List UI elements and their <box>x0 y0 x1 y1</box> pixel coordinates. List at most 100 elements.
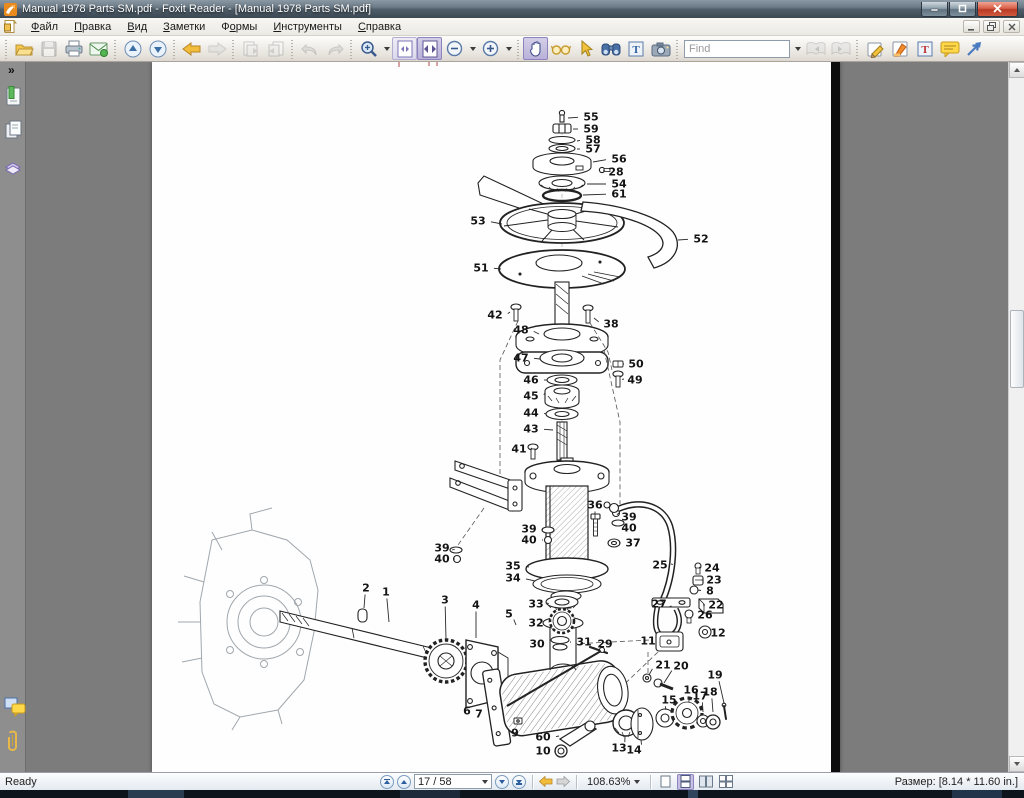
menu-item-2[interactable]: Правка <box>66 19 119 35</box>
previous-page-button[interactable] <box>397 775 411 789</box>
find-input[interactable] <box>684 40 790 58</box>
fit-width-button[interactable] <box>417 37 442 60</box>
zoom-out-button[interactable] <box>442 37 467 60</box>
highlighter-tool-button[interactable] <box>887 37 912 60</box>
zoom-tool-dropdown[interactable] <box>381 37 392 60</box>
child-restore-button[interactable] <box>983 20 1000 33</box>
toolbar-grip[interactable] <box>231 39 236 59</box>
taskbar-edge[interactable] <box>0 790 1024 798</box>
history-back-icon[interactable] <box>539 776 553 787</box>
page-down-button[interactable] <box>145 37 170 60</box>
undo-button[interactable] <box>297 37 322 60</box>
menu-item-3[interactable]: Вид <box>119 19 155 35</box>
hand-tool-button[interactable] <box>523 37 548 60</box>
maximize-button[interactable] <box>949 2 976 17</box>
note-tool-button[interactable] <box>937 37 962 60</box>
part-label-19: 19 <box>707 669 722 682</box>
taskbar-segment <box>688 790 698 798</box>
zoom-in-button[interactable] <box>478 37 503 60</box>
comments-icon <box>4 696 26 718</box>
support-bracket <box>450 461 522 511</box>
zoom-in-dropdown[interactable] <box>503 37 514 60</box>
minimize-button[interactable] <box>921 2 948 17</box>
scrollbar-thumb[interactable] <box>1010 310 1024 388</box>
part-label-4: 4 <box>472 599 480 612</box>
prev-view-button[interactable] <box>238 37 263 60</box>
zoom-level-box[interactable]: 108.63% <box>583 776 644 788</box>
forward-button[interactable] <box>204 37 229 60</box>
zoom-tool-button[interactable] <box>356 37 381 60</box>
print-button[interactable] <box>61 37 86 60</box>
comments-panel-button[interactable] <box>4 696 23 716</box>
child-minimize-button[interactable] <box>963 20 980 33</box>
title-bar[interactable]: Manual 1978 Parts SM.pdf - Foxit Reader … <box>0 0 1024 18</box>
bookmarks-panel-button[interactable] <box>4 86 23 106</box>
toolbar-grip[interactable] <box>172 39 177 59</box>
toolbar-grip[interactable] <box>516 39 521 59</box>
find-next-button[interactable] <box>828 37 853 60</box>
toolbar-grip[interactable] <box>675 39 680 59</box>
page-up-button[interactable] <box>120 37 145 60</box>
toolbar-grip[interactable] <box>290 39 295 59</box>
next-view-button[interactable] <box>263 37 288 60</box>
find-dropdown[interactable] <box>792 37 803 60</box>
part-label-30: 30 <box>529 638 545 651</box>
pencil-tool-button[interactable] <box>862 37 887 60</box>
continuous-layout-button[interactable] <box>677 774 694 790</box>
bolt-42 <box>511 304 521 321</box>
printer-icon <box>64 40 84 58</box>
toolbar-grip[interactable] <box>349 39 354 59</box>
layers-panel-button[interactable] <box>4 158 23 178</box>
expand-panel-button[interactable]: » <box>8 63 15 77</box>
vertical-scrollbar[interactable] <box>1008 62 1024 772</box>
first-page-button[interactable] <box>380 775 394 789</box>
oil-tube-25 <box>604 502 673 602</box>
toolbar-grip[interactable] <box>855 39 860 59</box>
next-page-button[interactable] <box>495 775 509 789</box>
document-menu-icon <box>4 20 17 33</box>
open-button[interactable] <box>11 37 36 60</box>
continuous-facing-layout-button[interactable] <box>717 774 734 790</box>
scroll-down-button[interactable] <box>1009 756 1024 772</box>
undo-icon <box>300 42 320 56</box>
save-button[interactable] <box>36 37 61 60</box>
page-number-box[interactable]: 17 / 58 <box>414 774 492 789</box>
facing-layout-button[interactable] <box>697 774 714 790</box>
menu-item-7[interactable]: Справка <box>350 19 409 35</box>
find-previous-button[interactable] <box>803 37 828 60</box>
redo-button[interactable] <box>322 37 347 60</box>
toolbar-grip[interactable] <box>113 39 118 59</box>
menu-item-5[interactable]: Формы <box>213 19 265 35</box>
loupe-tool-button[interactable] <box>548 37 573 60</box>
attachments-panel-button[interactable] <box>4 730 23 750</box>
menu-item-1[interactable]: Файл <box>23 19 66 35</box>
back-button[interactable] <box>179 37 204 60</box>
fit-page-button[interactable] <box>392 37 417 60</box>
scroll-up-button[interactable] <box>1009 62 1024 78</box>
menu-item-6[interactable]: Инструменты <box>265 19 350 35</box>
part-label-52: 52 <box>693 233 708 246</box>
menu-item-4[interactable]: Заметки <box>155 19 213 35</box>
single-page-layout-button[interactable] <box>657 774 674 790</box>
snapshot-button[interactable] <box>648 37 673 60</box>
select-tool-button[interactable] <box>573 37 598 60</box>
zoom-out-dropdown[interactable] <box>467 37 478 60</box>
email-button[interactable] <box>86 37 111 60</box>
typewriter-tool-button[interactable]: T <box>912 37 937 60</box>
pdf-page[interactable]: 5559585756285461535251424838475049464544… <box>152 62 840 772</box>
last-page-button[interactable] <box>512 775 526 789</box>
toolbar-grip[interactable] <box>4 39 9 59</box>
bolt-49 <box>613 371 623 387</box>
arrow-tool-button[interactable] <box>962 37 987 60</box>
pages-icon <box>4 120 23 142</box>
close-button[interactable] <box>977 2 1018 17</box>
zoom-dropdown-icon[interactable] <box>634 780 640 784</box>
text-viewer-button[interactable]: T <box>623 37 648 60</box>
page-dropdown-icon[interactable] <box>482 780 488 784</box>
pages-panel-button[interactable] <box>4 120 23 140</box>
search-button[interactable] <box>598 37 623 60</box>
child-close-button[interactable] <box>1003 20 1020 33</box>
history-forward-icon[interactable] <box>556 776 570 787</box>
part-label-47: 47 <box>513 352 528 365</box>
circle-up-icon <box>124 40 142 58</box>
